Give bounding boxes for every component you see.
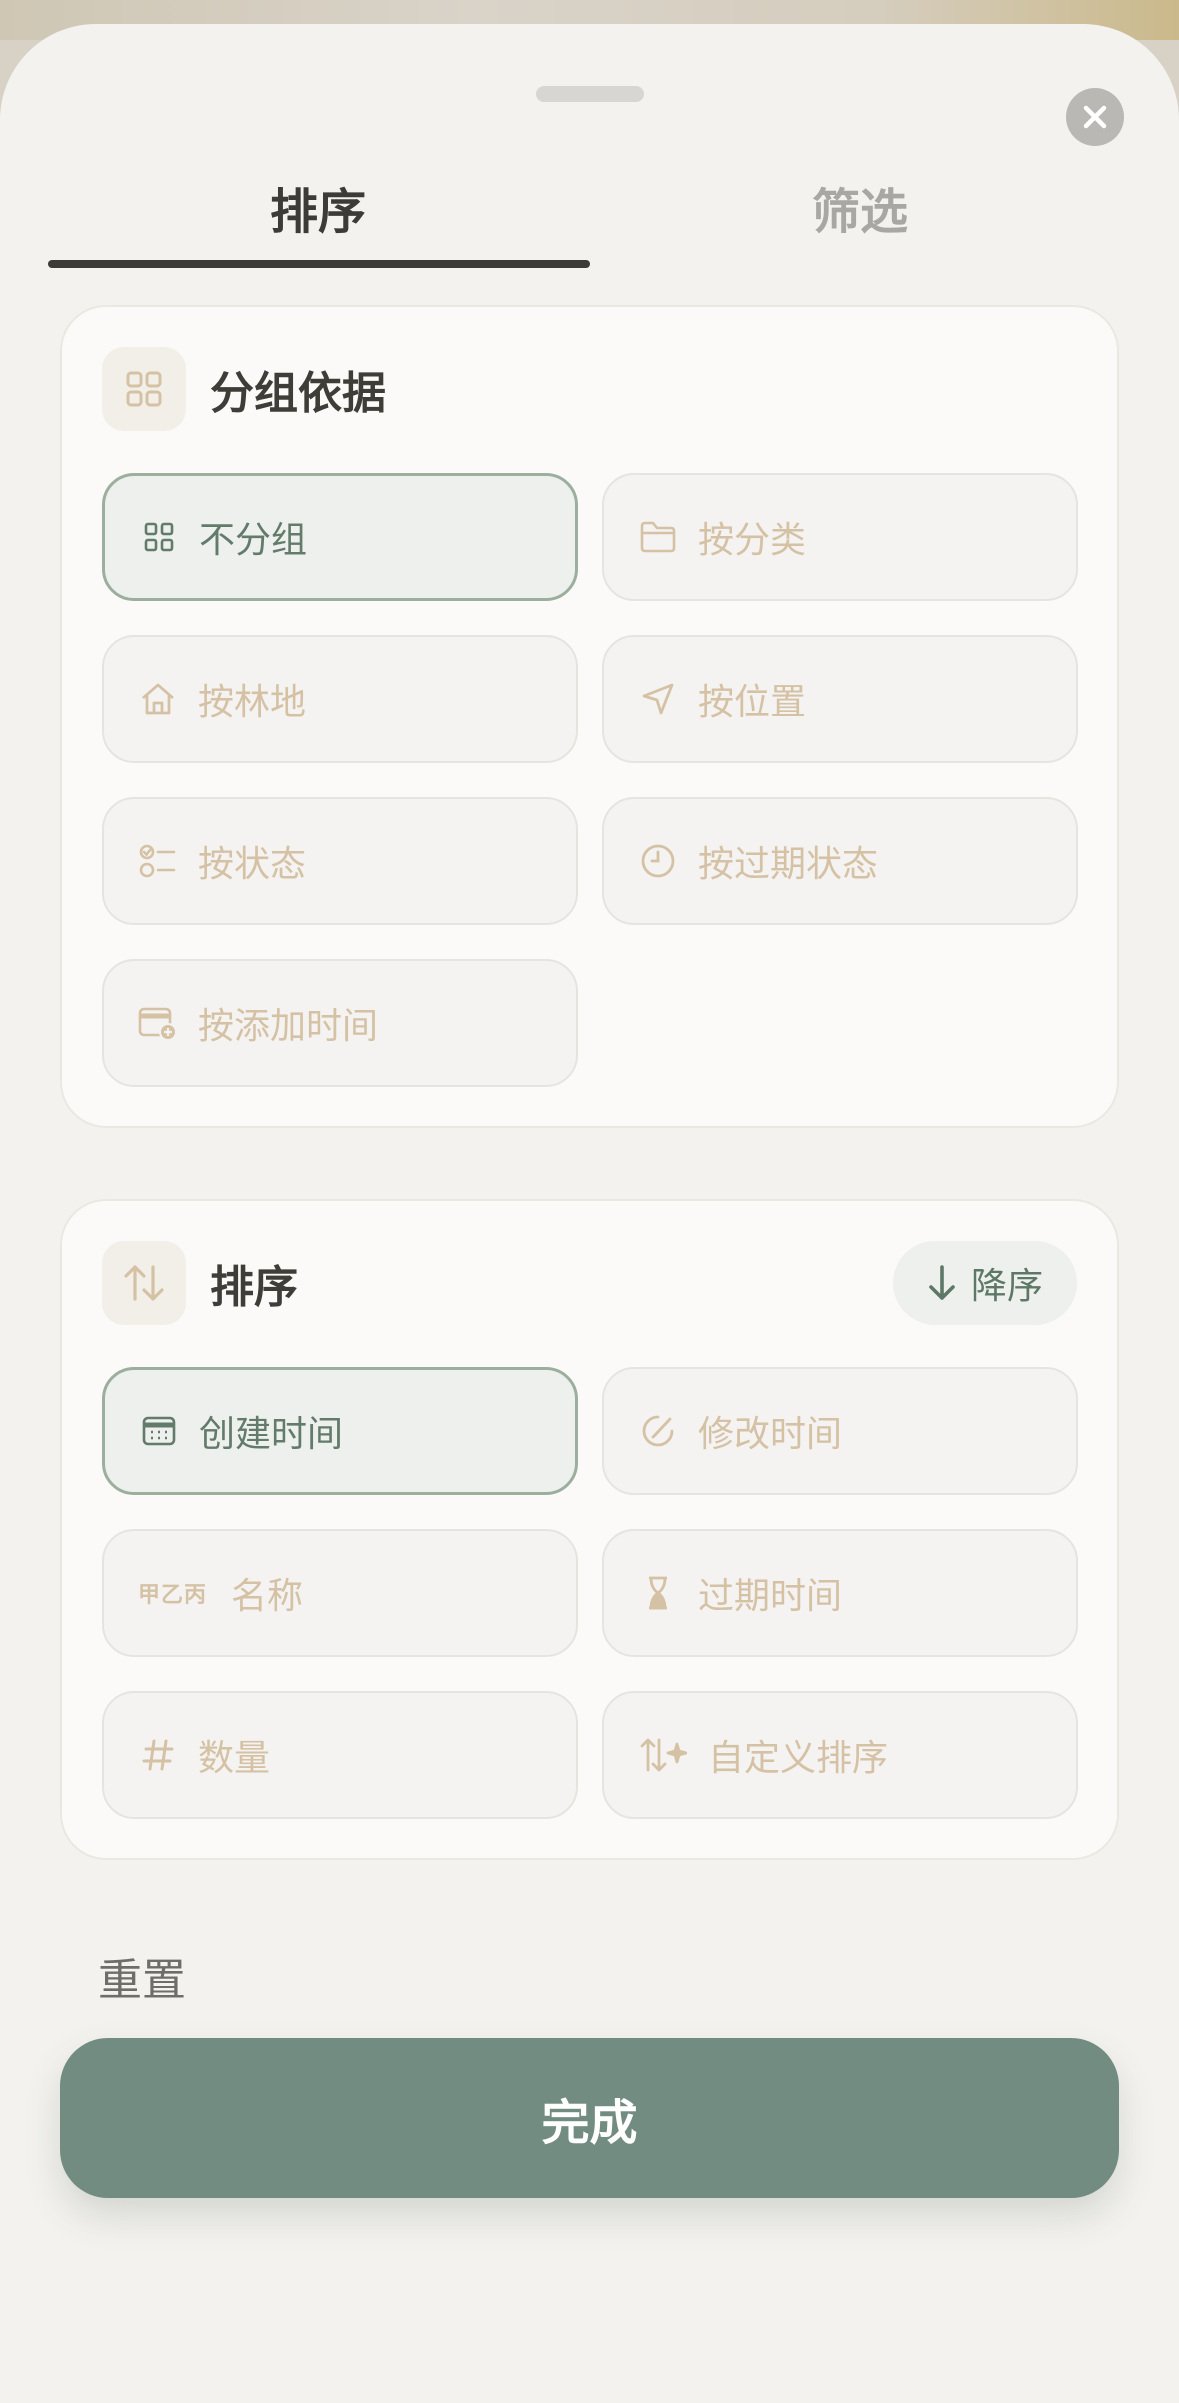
group-by-card: 分组依据 不分组 按分类 按林地 按位置 按状态 按过期状态 按添加时间 — [60, 305, 1119, 1128]
sort-option-label: 数量 — [198, 1738, 271, 1779]
hash-icon — [138, 1735, 178, 1775]
group-by-header: 分组依据 — [102, 347, 386, 431]
sort-option-quantity[interactable]: 数量 — [102, 1691, 578, 1819]
checklist-icon — [138, 841, 178, 881]
group-option-none[interactable]: 不分组 — [102, 473, 578, 601]
sort-option-label: 创建时间 — [199, 1414, 344, 1455]
group-option-forest[interactable]: 按林地 — [102, 635, 578, 763]
sort-card: 排序 降序 创建时间 修改时间 甲乙丙 名称 过期时间 数量 自定义排序 — [60, 1199, 1119, 1860]
group-option-status[interactable]: 按状态 — [102, 797, 578, 925]
tab-bar: 排序 筛选 — [0, 152, 1179, 272]
sheet-grabber[interactable] — [536, 86, 644, 102]
folder-icon — [638, 517, 678, 557]
sort-title: 排序 — [210, 1262, 298, 1313]
group-option-label: 按分类 — [698, 520, 807, 561]
done-button[interactable]: 完成 — [60, 2038, 1119, 2198]
sort-arrows-icon — [102, 1241, 186, 1325]
location-arrow-icon — [638, 679, 678, 719]
text-sort-icon: 甲乙丙 — [138, 1583, 208, 1608]
group-option-label: 按添加时间 — [198, 1006, 379, 1047]
tab-sort[interactable]: 排序 — [48, 172, 588, 242]
group-option-label: 按林地 — [198, 682, 307, 723]
sort-header: 排序 — [102, 1241, 298, 1325]
sort-option-label: 名称 — [231, 1576, 304, 1617]
group-option-label: 不分组 — [199, 520, 308, 561]
tab-active-indicator — [48, 260, 590, 268]
custom-sort-icon — [638, 1735, 688, 1775]
group-option-label: 按过期状态 — [698, 844, 879, 885]
sort-option-label: 修改时间 — [698, 1414, 843, 1455]
group-by-title: 分组依据 — [210, 368, 386, 419]
group-option-location[interactable]: 按位置 — [602, 635, 1078, 763]
calendar-add-icon — [138, 1003, 178, 1043]
group-option-label: 按状态 — [198, 844, 307, 885]
reset-button[interactable]: 重置 — [98, 1944, 186, 2008]
home-icon — [138, 679, 178, 719]
sort-order-toggle[interactable]: 降序 — [893, 1241, 1077, 1325]
hourglass-icon — [638, 1573, 678, 1613]
sort-option-label: 过期时间 — [698, 1576, 843, 1617]
group-option-category[interactable]: 按分类 — [602, 473, 1078, 601]
group-option-label: 按位置 — [698, 682, 807, 723]
close-icon — [1081, 103, 1109, 131]
arrow-down-icon — [927, 1264, 957, 1302]
edit-clock-icon — [638, 1411, 678, 1451]
grid-icon — [139, 517, 179, 557]
sort-option-created[interactable]: 创建时间 — [102, 1367, 578, 1495]
grid-icon — [102, 347, 186, 431]
group-option-added-time[interactable]: 按添加时间 — [102, 959, 578, 1087]
sort-option-modified[interactable]: 修改时间 — [602, 1367, 1078, 1495]
group-option-expiry-status[interactable]: 按过期状态 — [602, 797, 1078, 925]
calendar-icon — [139, 1411, 179, 1451]
clock-icon — [638, 841, 678, 881]
sort-order-label: 降序 — [970, 1266, 1043, 1307]
sort-option-expiry[interactable]: 过期时间 — [602, 1529, 1078, 1657]
close-button[interactable] — [1066, 88, 1124, 146]
tab-filter[interactable]: 筛选 — [590, 172, 1130, 242]
sort-option-label: 自定义排序 — [708, 1738, 889, 1779]
sort-option-custom[interactable]: 自定义排序 — [602, 1691, 1078, 1819]
sort-option-name[interactable]: 甲乙丙 名称 — [102, 1529, 578, 1657]
